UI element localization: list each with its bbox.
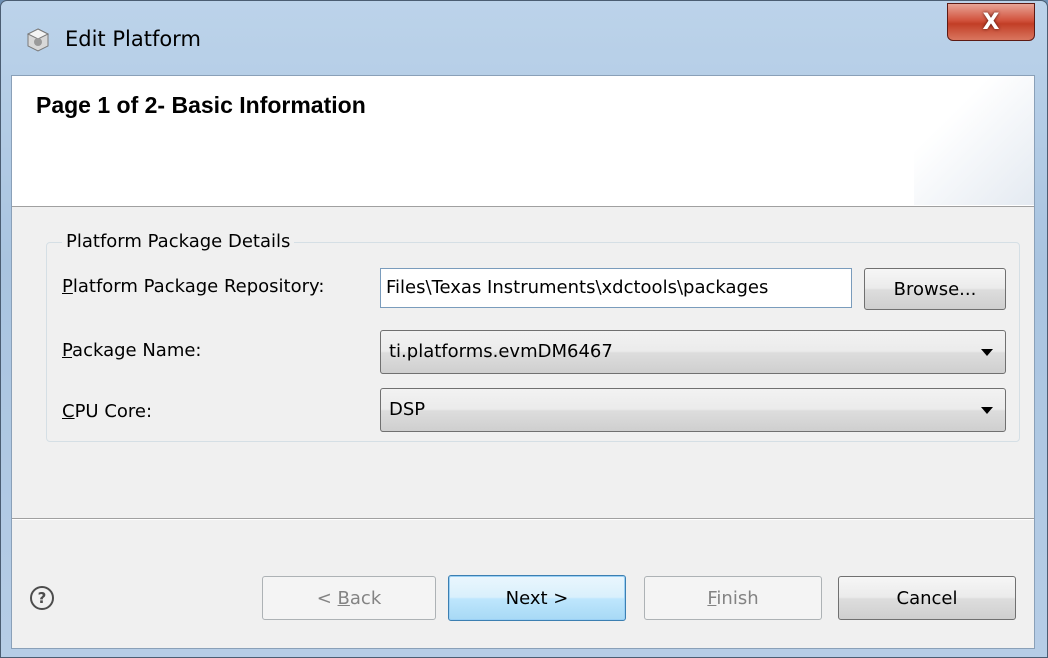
- wizard-banner: Page 1 of 2- Basic Information: [12, 76, 1034, 207]
- back-button-label: < Back: [317, 588, 382, 609]
- back-mnemonic: B: [337, 587, 350, 609]
- footer-separator: [12, 518, 1034, 520]
- help-glyph: ?: [37, 589, 47, 607]
- help-icon[interactable]: ?: [30, 586, 54, 610]
- repository-label-text: latform Package Repository:: [72, 276, 325, 297]
- cpu-core-mnemonic: C: [62, 401, 75, 422]
- package-name-label: Package Name:: [62, 340, 202, 361]
- group-legend: Platform Package Details: [62, 231, 295, 252]
- finish-rest: inish: [716, 587, 759, 609]
- next-button-label: Next >: [505, 587, 569, 609]
- back-rest: ack: [349, 587, 382, 609]
- repository-input[interactable]: Files\Texas Instruments\xdctools\package…: [380, 268, 852, 308]
- cpu-core-label: CPU Core:: [62, 401, 152, 422]
- cancel-button[interactable]: Cancel: [838, 576, 1016, 620]
- window-title: Edit Platform: [65, 27, 201, 51]
- finish-button-label: Finish: [707, 588, 758, 609]
- package-name-mnemonic: P: [62, 340, 73, 361]
- next-button[interactable]: Next >: [448, 575, 626, 621]
- package-name-value: ti.platforms.evmDM6467: [389, 341, 613, 362]
- back-prefix: <: [316, 587, 338, 609]
- cpu-core-select[interactable]: DSP: [380, 388, 1006, 432]
- cpu-core-label-text: PU Core:: [74, 401, 153, 422]
- package-name-label-text: ackage Name:: [72, 340, 202, 361]
- close-icon: X: [982, 9, 1000, 35]
- finish-button[interactable]: Finish: [644, 576, 822, 620]
- back-button[interactable]: < Back: [262, 576, 436, 620]
- browse-button[interactable]: Browse...: [864, 268, 1006, 310]
- package-name-select[interactable]: ti.platforms.evmDM6467: [380, 330, 1006, 374]
- dialog-window: Edit Platform X Page 1 of 2- Basic Infor…: [0, 0, 1048, 658]
- close-button[interactable]: X: [947, 3, 1035, 41]
- chevron-down-icon: [981, 349, 993, 356]
- browse-button-label: Browse...: [893, 278, 977, 300]
- title-bar[interactable]: Edit Platform X: [1, 1, 1047, 73]
- page-title: Page 1 of 2- Basic Information: [36, 92, 366, 118]
- gear-box-icon: [26, 28, 50, 52]
- dialog-client-area: Page 1 of 2- Basic Information Platform …: [11, 75, 1035, 649]
- chevron-down-icon: [981, 407, 993, 414]
- cancel-button-label: Cancel: [896, 587, 958, 609]
- repository-label: Platform Package Repository:: [62, 276, 324, 297]
- cpu-core-value: DSP: [389, 399, 426, 420]
- repository-mnemonic: P: [62, 276, 73, 297]
